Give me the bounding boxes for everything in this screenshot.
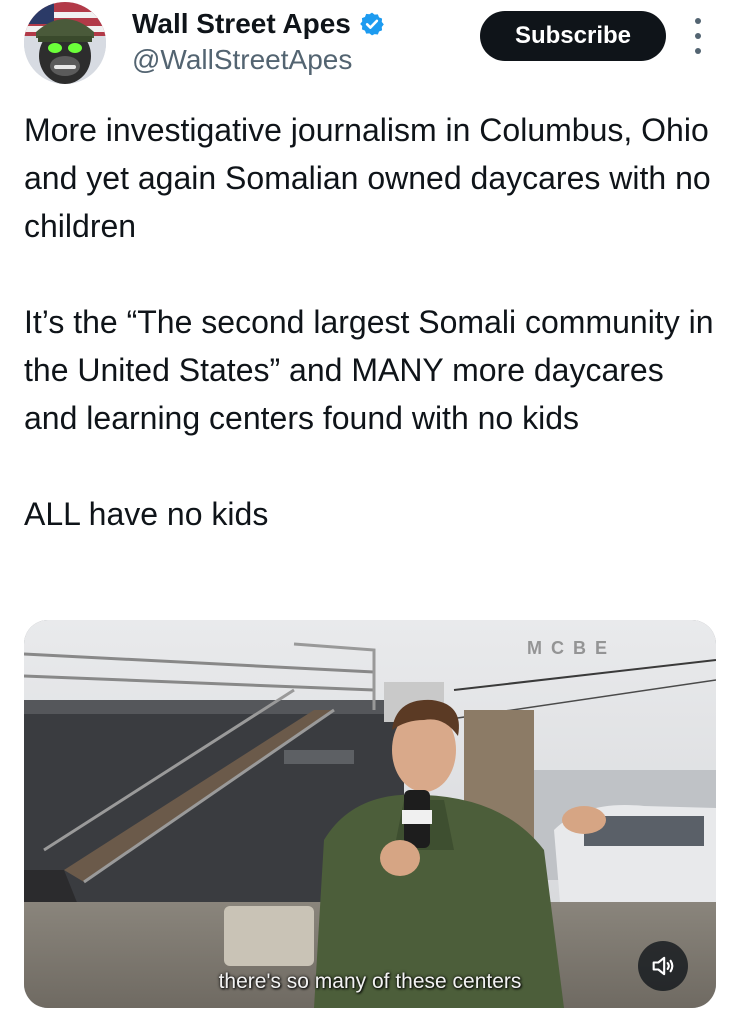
tweet-paragraph: More investigative journalism in Columbu… xyxy=(24,112,711,244)
tweet-header: Wall Street Apes @WallStreetApes Subscri… xyxy=(24,0,724,96)
display-name[interactable]: Wall Street Apes xyxy=(132,8,351,40)
speaker-volume-icon[interactable] xyxy=(638,941,688,991)
video-watermark: M C B E xyxy=(527,638,610,658)
subscribe-button[interactable]: Subscribe xyxy=(480,11,666,61)
author-name-row: Wall Street Apes xyxy=(132,8,385,40)
tweet-paragraph: ALL have no kids xyxy=(24,496,269,532)
video-caption: there's so many of these centers xyxy=(218,970,522,993)
tweet-text: More investigative journalism in Columbu… xyxy=(24,106,724,538)
ape-avatar-icon xyxy=(24,2,106,84)
video-frame-image xyxy=(24,620,716,1008)
more-options-icon[interactable] xyxy=(688,18,708,54)
avatar[interactable] xyxy=(24,2,106,84)
tweet-paragraph: It’s the “The second largest Somali comm… xyxy=(24,304,714,436)
video-player[interactable]: M C B E there's so many of these centers xyxy=(24,620,716,1008)
verified-badge-icon xyxy=(360,12,384,36)
author-handle[interactable]: @WallStreetApes xyxy=(132,44,352,76)
